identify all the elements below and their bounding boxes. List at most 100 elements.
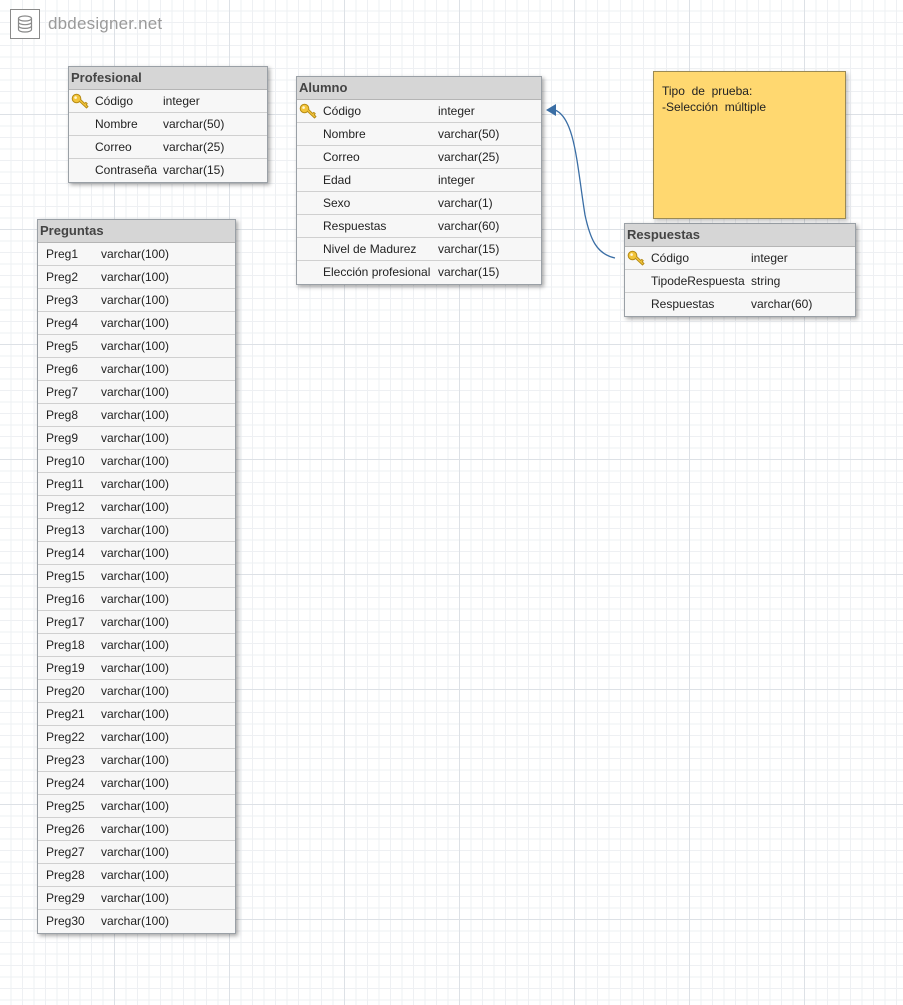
- table-row[interactable]: Respuestas varchar(60): [625, 293, 855, 316]
- table-row[interactable]: Preg14 varchar(100): [38, 542, 235, 565]
- column-name: Nombre: [95, 117, 138, 131]
- table-row[interactable]: Correo varchar(25): [69, 136, 267, 159]
- table-row[interactable]: Preg17 varchar(100): [38, 611, 235, 634]
- table-row[interactable]: Preg18 varchar(100): [38, 634, 235, 657]
- table-row[interactable]: Respuestas varchar(60): [297, 215, 541, 238]
- column-name: Preg15: [46, 569, 85, 583]
- column-name: Preg30: [46, 914, 85, 928]
- table-row[interactable]: Edad integer: [297, 169, 541, 192]
- table-row[interactable]: Preg27 varchar(100): [38, 841, 235, 864]
- column-type: varchar(100): [101, 293, 170, 307]
- table-row[interactable]: Código integer: [625, 247, 855, 270]
- table-row[interactable]: Preg4 varchar(100): [38, 312, 235, 335]
- column-type: varchar(1): [438, 196, 493, 210]
- table-title[interactable]: Preguntas: [38, 220, 235, 243]
- column-name: Preg21: [46, 707, 85, 721]
- table-row[interactable]: Preg3 varchar(100): [38, 289, 235, 312]
- table-row[interactable]: Preg21 varchar(100): [38, 703, 235, 726]
- column-type: integer: [438, 104, 475, 118]
- column-type: varchar(25): [163, 140, 225, 154]
- table-preguntas[interactable]: Preguntas Preg1 varchar(100) Preg2 varchar(1…: [37, 219, 236, 934]
- column-type: varchar(60): [438, 219, 500, 233]
- relationship-line: [554, 109, 616, 259]
- table-row[interactable]: Nivel de Madurez varchar(15): [297, 238, 541, 261]
- column-type: varchar(100): [101, 661, 170, 675]
- column-name: Elección profesional: [323, 265, 431, 279]
- column-name: Preg8: [46, 408, 79, 422]
- table-row[interactable]: Preg5 varchar(100): [38, 335, 235, 358]
- table-row[interactable]: Preg2 varchar(100): [38, 266, 235, 289]
- primary-key-icon: [71, 93, 89, 109]
- table-row[interactable]: Preg24 varchar(100): [38, 772, 235, 795]
- column-name: Preg6: [46, 362, 79, 376]
- column-type: varchar(100): [101, 362, 170, 376]
- table-row[interactable]: TipodeRespuesta string: [625, 270, 855, 293]
- column-name: Nivel de Madurez: [323, 242, 417, 256]
- table-row[interactable]: Preg28 varchar(100): [38, 864, 235, 887]
- table-row[interactable]: Código integer: [69, 90, 267, 113]
- column-name: Correo: [95, 140, 132, 154]
- table-row[interactable]: Código integer: [297, 100, 541, 123]
- relationship-arrow-icon: [546, 104, 556, 116]
- table-row[interactable]: Preg6 varchar(100): [38, 358, 235, 381]
- table-row[interactable]: Preg26 varchar(100): [38, 818, 235, 841]
- column-name: Edad: [323, 173, 352, 187]
- table-row[interactable]: Preg8 varchar(100): [38, 404, 235, 427]
- column-type: varchar(100): [101, 799, 170, 813]
- column-type: varchar(100): [101, 431, 170, 445]
- column-name: Preg25: [46, 799, 85, 813]
- table-row[interactable]: Preg9 varchar(100): [38, 427, 235, 450]
- table-row[interactable]: Preg10 varchar(100): [38, 450, 235, 473]
- column-type: varchar(100): [101, 638, 170, 652]
- table-row[interactable]: Preg23 varchar(100): [38, 749, 235, 772]
- column-type: varchar(100): [101, 753, 170, 767]
- column-name: Preg24: [46, 776, 85, 790]
- table-row[interactable]: Preg25 varchar(100): [38, 795, 235, 818]
- table-row[interactable]: Nombre varchar(50): [69, 113, 267, 136]
- table-row[interactable]: Preg13 varchar(100): [38, 519, 235, 542]
- column-type: varchar(100): [101, 385, 170, 399]
- column-type: varchar(15): [438, 265, 500, 279]
- column-type: varchar(100): [101, 454, 170, 468]
- column-type: varchar(15): [163, 163, 225, 177]
- column-type: varchar(100): [101, 615, 170, 629]
- column-type: varchar(100): [101, 684, 170, 698]
- table-respuestas[interactable]: Respuestas Código integer TipodeRespuesta st…: [624, 223, 856, 317]
- table-row[interactable]: Preg7 varchar(100): [38, 381, 235, 404]
- table-title[interactable]: Alumno: [297, 77, 541, 100]
- column-type: varchar(15): [438, 242, 500, 256]
- table-row[interactable]: Elección profesional varchar(15): [297, 261, 541, 284]
- column-name: Correo: [323, 150, 360, 164]
- table-row[interactable]: Preg29 varchar(100): [38, 887, 235, 910]
- column-type: varchar(100): [101, 730, 170, 744]
- table-row[interactable]: Preg12 varchar(100): [38, 496, 235, 519]
- column-name: Preg12: [46, 500, 85, 514]
- column-name: Preg4: [46, 316, 79, 330]
- table-row[interactable]: Contraseña varchar(15): [69, 159, 267, 182]
- table-profesional[interactable]: Profesional Código integer Nombre varchar(50…: [68, 66, 268, 183]
- column-name: Sexo: [323, 196, 351, 210]
- column-name: Preg2: [46, 270, 79, 284]
- column-name: Preg26: [46, 822, 85, 836]
- table-row[interactable]: Preg16 varchar(100): [38, 588, 235, 611]
- table-row[interactable]: Preg20 varchar(100): [38, 680, 235, 703]
- table-row[interactable]: Preg30 varchar(100): [38, 910, 235, 933]
- table-row[interactable]: Preg15 varchar(100): [38, 565, 235, 588]
- column-name: Preg17: [46, 615, 85, 629]
- table-row[interactable]: Nombre varchar(50): [297, 123, 541, 146]
- table-title[interactable]: Respuestas: [625, 224, 855, 247]
- sticky-note[interactable]: Tipo de prueba: -Selección múltiple: [653, 71, 846, 219]
- column-type: integer: [751, 251, 788, 265]
- column-type: integer: [163, 94, 200, 108]
- column-name: Preg11: [46, 477, 84, 491]
- table-row[interactable]: Preg11 varchar(100): [38, 473, 235, 496]
- table-row[interactable]: Sexo varchar(1): [297, 192, 541, 215]
- table-alumno[interactable]: Alumno Código integer Nombre varchar(50) Corr…: [296, 76, 542, 285]
- table-row[interactable]: Preg22 varchar(100): [38, 726, 235, 749]
- table-title[interactable]: Profesional: [69, 67, 267, 90]
- table-row[interactable]: Preg1 varchar(100): [38, 243, 235, 266]
- table-row[interactable]: Correo varchar(25): [297, 146, 541, 169]
- primary-key-icon: [299, 103, 317, 119]
- table-row[interactable]: Preg19 varchar(100): [38, 657, 235, 680]
- column-type: varchar(100): [101, 569, 170, 583]
